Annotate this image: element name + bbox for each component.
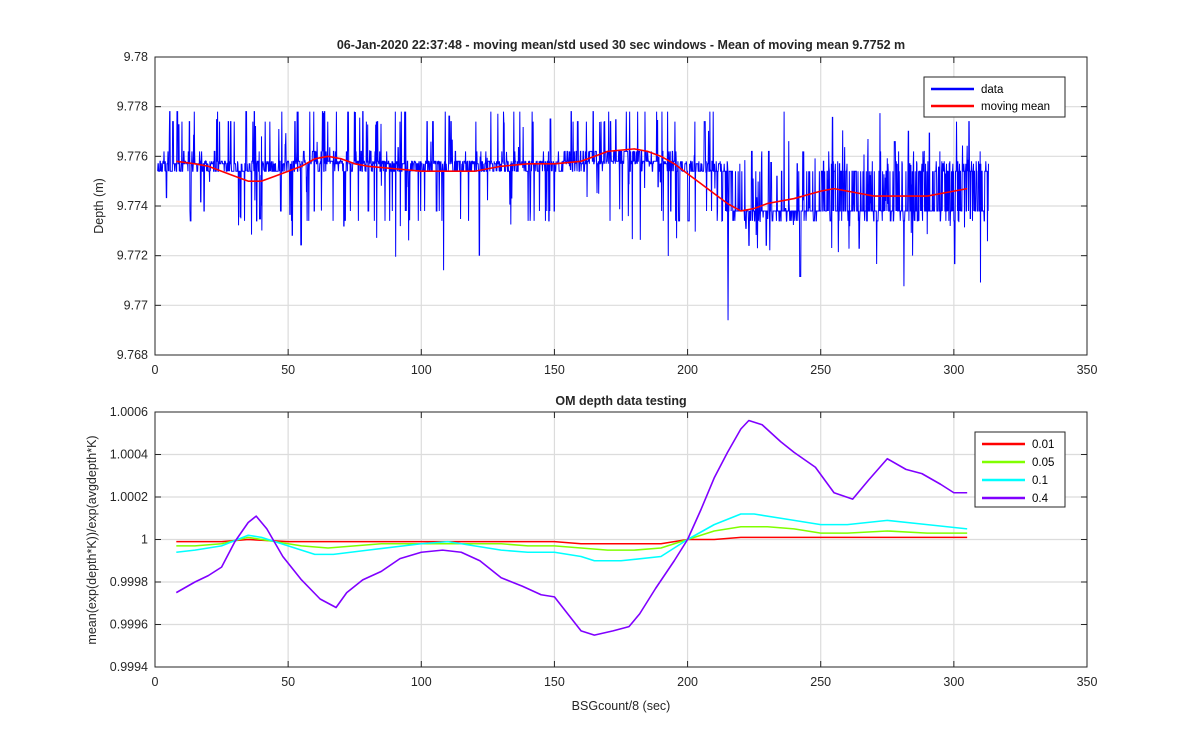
depth-y-tick-label: 9.776 xyxy=(117,149,148,163)
om-x-tick-label: 150 xyxy=(544,675,565,689)
depth-plot: 0 50 100 150 200 250 300 350 9.768 9.77 9.772 9.774… xyxy=(92,38,1097,377)
depth-y-tick-label: 9.77 xyxy=(124,298,148,312)
om-y-tick-label: 1.0002 xyxy=(110,490,148,504)
om-x-tick-label: 350 xyxy=(1077,675,1098,689)
om-x-axis-label: BSGcount/8 (sec) xyxy=(572,699,671,713)
om-y-tick-label: 1.0006 xyxy=(110,405,148,419)
om-x-tick-label: 100 xyxy=(411,675,432,689)
depth-x-tick-label: 250 xyxy=(810,363,831,377)
depth-x-tick-label: 200 xyxy=(677,363,698,377)
om-x-tick-label: 250 xyxy=(810,675,831,689)
om-legend-label-0-1: 0.1 xyxy=(1032,475,1048,487)
depth-x-tick-label: 50 xyxy=(281,363,295,377)
om-legend: 0.01 0.05 0.1 0.4 xyxy=(974,431,1066,508)
om-plot-title: OM depth data testing xyxy=(555,394,686,408)
depth-y-tick-label: 9.774 xyxy=(117,199,148,213)
om-x-tick-label: 300 xyxy=(943,675,964,689)
om-y-tick-label: 0.9998 xyxy=(110,575,148,589)
om-legend-label-0-05: 0.05 xyxy=(1032,457,1054,469)
depth-y-tick-label: 9.772 xyxy=(117,249,148,263)
depth-legend-label-moving-mean: moving mean xyxy=(981,101,1050,113)
om-legend-label-0-4: 0.4 xyxy=(1032,493,1049,505)
depth-x-tick-label: 100 xyxy=(411,363,432,377)
om-x-tick-label: 50 xyxy=(281,675,295,689)
figure: 0 50 100 150 200 250 300 3509.7689.779.7729.774… xyxy=(0,0,1200,750)
depth-y-axis-label: Depth (m) xyxy=(92,178,106,234)
depth-x-tick-label: 300 xyxy=(943,363,964,377)
depth-x-tick-label: 350 xyxy=(1077,363,1098,377)
om-y-tick-label: 0.9994 xyxy=(110,660,148,674)
depth-legend-label-data: data xyxy=(981,84,1004,96)
om-y-tick-label: 1.0004 xyxy=(110,448,148,462)
om-plot: 0 50 100 150 200 250 300 350 0.9994 0.9996 0.9998 1… xyxy=(85,394,1097,713)
om-y-axis-label: mean(exp(depth*K))/exp(avgdepth*K) xyxy=(85,435,99,644)
om-legend-label-0-01: 0.01 xyxy=(1032,439,1054,451)
depth-y-tick-label: 9.78 xyxy=(124,50,148,64)
om-x-tick-label: 0 xyxy=(152,675,159,689)
depth-y-tick-label: 9.768 xyxy=(117,348,148,362)
depth-x-tick-label: 150 xyxy=(544,363,565,377)
depth-plot-title: 06-Jan-2020 22:37:48 - moving mean/std u… xyxy=(337,38,905,52)
om-y-tick-label: 0.9996 xyxy=(110,618,148,632)
depth-x-tick-label: 0 xyxy=(152,363,159,377)
om-y-tick-label: 1 xyxy=(141,533,148,547)
depth-y-tick-label: 9.778 xyxy=(117,100,148,114)
depth-legend: data moving mean xyxy=(923,76,1066,118)
om-x-tick-label: 200 xyxy=(677,675,698,689)
